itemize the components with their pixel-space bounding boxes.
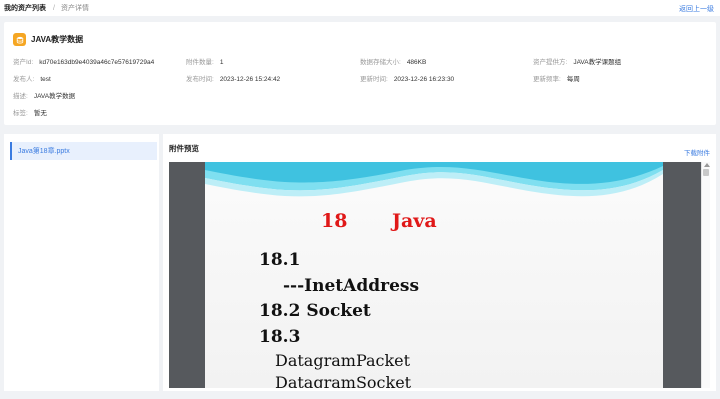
field-label: 资产Id: xyxy=(13,59,34,66)
slide-line: ---InetAddress xyxy=(283,276,420,296)
field-attachment-count: 附件数量: 1 xyxy=(186,56,223,66)
slide-line: DatagramPacket xyxy=(275,351,411,370)
field-label: 更新频率: xyxy=(533,76,561,83)
asset-title-row: JAVA教学数据 xyxy=(13,33,83,46)
field-value: JAVA教学数据 xyxy=(33,93,76,100)
field-publish-time: 发布时间: 2023-12-26 15:24:42 xyxy=(186,73,280,83)
field-label: 描述: xyxy=(13,93,28,100)
slide-chapter-number: 18 xyxy=(321,210,348,232)
field-tags: 标签: 暂无 xyxy=(13,107,47,117)
field-label: 更新时间: xyxy=(360,76,388,83)
field-label: 资产提供方: xyxy=(533,59,568,66)
slide-line: 18.2 Socket xyxy=(259,301,371,321)
top-bar: 我的资产列表 / 资产详情 返回上一级 xyxy=(0,0,720,16)
field-value: 暂无 xyxy=(33,110,47,117)
field-description: 描述: JAVA教学数据 xyxy=(13,90,75,100)
field-update-frequency: 更新频率: 每周 xyxy=(533,73,580,83)
field-update-time: 更新时间: 2023-12-26 16:23:30 xyxy=(360,73,454,83)
field-label: 发布人: xyxy=(13,76,35,83)
preview-title: 附件预览 xyxy=(169,144,199,153)
scroll-up-arrow-icon[interactable] xyxy=(704,163,710,167)
preview-panel: 附件预览 下载附件 18 Java 18.1 ---InetAddress 18… xyxy=(163,134,716,391)
breadcrumb-root[interactable]: 我的资产列表 xyxy=(4,3,46,13)
slide-line: 18.3 xyxy=(259,327,301,347)
download-attachment-link[interactable]: 下载附件 xyxy=(684,147,710,157)
slide-line: DatagramSocket xyxy=(275,373,412,388)
slide-wave-decoration xyxy=(205,162,663,197)
file-list-panel: Java第18章.pptx xyxy=(4,134,159,391)
field-value: 2023-12-26 15:24:42 xyxy=(219,76,281,83)
back-link[interactable]: 返回上一级 xyxy=(679,4,714,14)
viewer-scrollbar[interactable] xyxy=(701,162,710,388)
field-label: 数据存储大小: xyxy=(360,59,401,66)
field-provider: 资产提供方: JAVA教学课题组 xyxy=(533,56,621,66)
field-value: test xyxy=(40,76,51,83)
slide-page: 18 Java 18.1 ---InetAddress 18.2 Socket … xyxy=(205,162,663,388)
file-item[interactable]: Java第18章.pptx xyxy=(10,142,157,160)
field-value: 1 xyxy=(219,59,224,66)
field-storage-size: 数据存储大小: 486KB xyxy=(360,56,426,66)
document-viewer[interactable]: 18 Java 18.1 ---InetAddress 18.2 Socket … xyxy=(169,162,708,388)
field-label: 标签: xyxy=(13,110,28,117)
slide-line: 18.1 xyxy=(259,250,301,270)
scroll-thumb[interactable] xyxy=(703,169,709,176)
breadcrumb-separator: / xyxy=(53,4,55,12)
breadcrumb-current: 资产详情 xyxy=(60,5,89,12)
asset-title: JAVA教学数据 xyxy=(31,35,84,44)
asset-info-card: JAVA教学数据 资产Id: kd70e163db9e4039a46c7e5761… xyxy=(4,22,716,125)
field-value: JAVA教学课题组 xyxy=(573,59,622,66)
database-icon xyxy=(13,33,26,46)
field-publisher: 发布人: test xyxy=(13,73,51,83)
file-name: Java第18章.pptx xyxy=(18,148,70,155)
slide-chapter-title: Java xyxy=(392,210,437,232)
field-value: 486KB xyxy=(406,59,427,66)
field-label: 发布时间: xyxy=(186,76,214,83)
field-value: kd70e163db9e4039a46c7e57619729a4 xyxy=(39,59,155,66)
field-label: 附件数量: xyxy=(186,59,214,66)
field-value: 2023-12-26 16:23:30 xyxy=(393,76,455,83)
field-asset-id: 资产Id: kd70e163db9e4039a46c7e57619729a4 xyxy=(13,56,154,66)
field-value: 每周 xyxy=(566,76,580,83)
